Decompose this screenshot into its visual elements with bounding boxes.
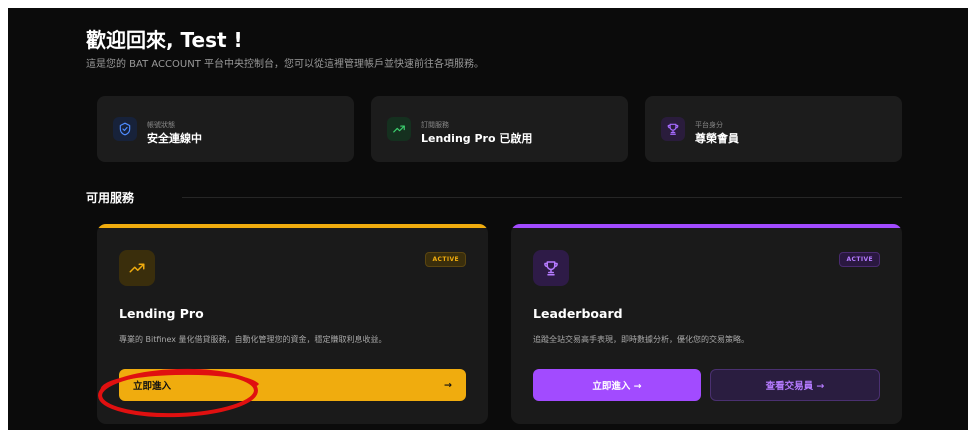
status-badge: ACTIVE bbox=[425, 252, 466, 267]
card-accent-bar bbox=[511, 224, 902, 228]
arrow-right-icon: → bbox=[444, 379, 452, 391]
enter-leaderboard-button[interactable]: 立即進入 → bbox=[533, 369, 701, 401]
section-divider bbox=[182, 197, 902, 198]
service-description: 追蹤全站交易高手表現，即時數據分析，優化您的交易策略。 bbox=[533, 335, 749, 344]
trending-up-icon bbox=[119, 250, 155, 286]
stat-label: 平台身分 bbox=[695, 121, 723, 129]
trophy-icon bbox=[533, 250, 569, 286]
stat-card-subscription: 訂閱服務 Lending Pro 已啟用 bbox=[371, 96, 628, 162]
stat-value: 尊榮會員 bbox=[695, 132, 739, 145]
page-subtitle: 這是您的 BAT ACCOUNT 平台中央控制台，您可以從這裡管理帳戶並快速前往… bbox=[86, 59, 484, 70]
trending-up-icon bbox=[387, 117, 411, 141]
shield-check-icon bbox=[113, 117, 137, 141]
service-description: 專業的 Bitfinex 量化借貸服務，自動化管理您的資金，穩定賺取利息收益。 bbox=[119, 335, 387, 344]
stat-value: 安全連線中 bbox=[147, 132, 202, 145]
section-title: 可用服務 bbox=[86, 191, 135, 205]
button-label: 立即進入 bbox=[133, 381, 172, 392]
service-card-lending-pro: ACTIVE Lending Pro 專業的 Bitfinex 量化借貸服務，自… bbox=[97, 224, 488, 424]
stat-card-membership: 平台身分 尊榮會員 bbox=[645, 96, 902, 162]
dashboard: 歡迎回來, Test ! 這是您的 BAT ACCOUNT 平台中央控制台，您可… bbox=[8, 8, 968, 430]
trophy-icon bbox=[661, 117, 685, 141]
service-title: Lending Pro bbox=[119, 306, 204, 321]
stat-label: 帳號狀態 bbox=[147, 121, 175, 129]
view-traders-button[interactable]: 查看交易員 → bbox=[710, 369, 880, 401]
service-card-leaderboard: ACTIVE Leaderboard 追蹤全站交易高手表現，即時數據分析，優化您… bbox=[511, 224, 902, 424]
stat-label: 訂閱服務 bbox=[421, 121, 449, 129]
page-title: 歡迎回來, Test ! bbox=[86, 28, 243, 52]
stat-card-account-status: 帳號狀態 安全連線中 bbox=[97, 96, 354, 162]
status-badge: ACTIVE bbox=[839, 252, 880, 267]
stat-value: Lending Pro 已啟用 bbox=[421, 132, 533, 145]
enter-lending-pro-button[interactable]: 立即進入 → bbox=[119, 369, 466, 401]
card-accent-bar bbox=[97, 224, 488, 228]
service-title: Leaderboard bbox=[533, 306, 623, 321]
